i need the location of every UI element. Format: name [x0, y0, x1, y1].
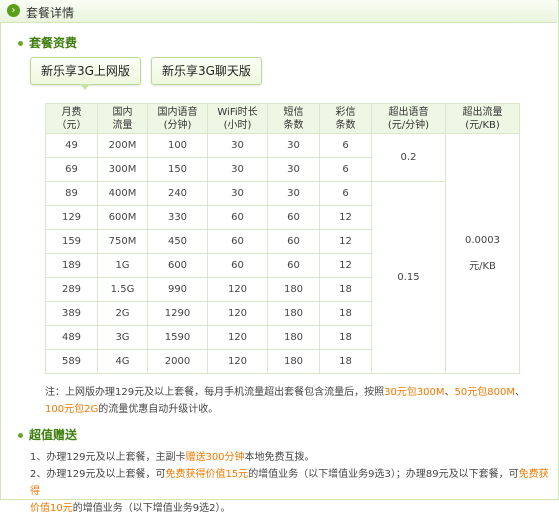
cell: 120	[207, 301, 268, 326]
cell: 60	[207, 229, 268, 254]
gift-item-2: 2、办理129元及以上套餐，可免费获得价值15元的增值业务（以下增值业务9选3）…	[30, 469, 549, 514]
cell: 30	[267, 157, 320, 182]
cell: 120	[207, 349, 268, 374]
cell: 60	[267, 229, 320, 254]
cell: 18	[319, 301, 372, 326]
cell: 589	[45, 349, 98, 374]
cell: 12	[319, 253, 372, 278]
cell: 30	[267, 133, 320, 158]
tab-chat-plan[interactable]: 新乐享3G聊天版	[151, 57, 262, 85]
cell: 18	[319, 325, 372, 350]
cell: 389	[45, 301, 98, 326]
cell: 200M	[97, 133, 148, 158]
cell: 180	[267, 349, 320, 374]
cell: 1290	[147, 301, 208, 326]
cell: 49	[45, 133, 98, 158]
cell: 30	[267, 181, 320, 206]
cell: 60	[207, 253, 268, 278]
cell: 1G	[97, 253, 148, 278]
tab-pointer	[80, 84, 91, 90]
cell: 600	[147, 253, 208, 278]
cell: 600M	[97, 205, 148, 230]
col-header-voice: 国内语音 (分钟)	[147, 103, 208, 134]
cell: 1590	[147, 325, 208, 350]
bullet-icon	[18, 41, 23, 46]
cell: 18	[319, 349, 372, 374]
gift-item-1: 1、办理129元及以上套餐，主副卡赠送300分钟本地免费互拨。	[30, 452, 315, 463]
data-overage-cell: 0.0003 元/KB	[445, 133, 520, 374]
cell: 30	[207, 157, 268, 182]
chevron-right-icon: ›	[7, 4, 20, 17]
table-header-row: 月费 （元） 国内 流量 国内语音 (分钟) WiFi时长 (小时) 短信 条数 彩信 条数…	[45, 103, 520, 134]
cell: 30	[207, 181, 268, 206]
cell: 3G	[97, 325, 148, 350]
cell: 990	[147, 277, 208, 302]
cell: 330	[147, 205, 208, 230]
cell: 150	[147, 157, 208, 182]
cell: 6	[319, 157, 372, 182]
upgrade-pack-300m: 30元包300M	[384, 387, 445, 398]
cell: 18	[319, 277, 372, 302]
cell: 180	[267, 277, 320, 302]
col-header-voice-overage: 超出语音 (元/分钟)	[371, 103, 446, 134]
header-bar: › 套餐详情	[0, 0, 557, 23]
section-title-gifts: 超值赠送	[18, 426, 77, 443]
section-title-fees: 套餐资费	[18, 34, 77, 51]
cell: 6	[319, 133, 372, 158]
gift-list: 1、办理129元及以上套餐，主副卡赠送300分钟本地免费互拨。 2、办理129元…	[30, 449, 550, 517]
table-note: 注：上网版办理129元及以上套餐，每月手机流量超出套餐包含流量后，按照30元包3…	[45, 387, 525, 415]
voice-overage-cell-b: 0.15	[371, 181, 446, 374]
cell: 120	[207, 325, 268, 350]
cell: 129	[45, 205, 98, 230]
voice-overage-cell-a: 0.2	[371, 133, 446, 182]
col-header-mms: 彩信 条数	[319, 103, 372, 134]
cell: 30	[207, 133, 268, 158]
cell: 120	[207, 277, 268, 302]
cell: 159	[45, 229, 98, 254]
cell: 450	[147, 229, 208, 254]
tab-internet-plan-label: 新乐享3G上网版	[41, 64, 130, 78]
cell: 2000	[147, 349, 208, 374]
cell: 1.5G	[97, 277, 148, 302]
cell: 100	[147, 133, 208, 158]
cell: 2G	[97, 301, 148, 326]
cell: 180	[267, 325, 320, 350]
upgrade-pack-2g: 100元包2G	[45, 404, 99, 415]
bullet-icon	[18, 433, 23, 438]
cell: 180	[267, 301, 320, 326]
tab-internet-plan[interactable]: 新乐享3G上网版	[30, 57, 141, 90]
cell: 189	[45, 253, 98, 278]
col-header-wifi: WiFi时长 (小时)	[207, 103, 268, 134]
cell: 300M	[97, 157, 148, 182]
cell: 12	[319, 205, 372, 230]
header-title: 套餐详情	[26, 6, 75, 20]
col-header-sms: 短信 条数	[267, 103, 320, 134]
col-header-monthly-fee: 月费 （元）	[45, 103, 98, 134]
table-row: 49 200M 100 30 30 6 0.2 0.0003 元/KB	[45, 133, 520, 374]
plan-table: 月费 （元） 国内 流量 国内语音 (分钟) WiFi时长 (小时) 短信 条数 彩信 条数…	[45, 103, 520, 374]
cell: 89	[45, 181, 98, 206]
cell: 12	[319, 229, 372, 254]
cell: 4G	[97, 349, 148, 374]
col-header-data-overage: 超出流量 (元/KB)	[445, 103, 520, 134]
cell: 69	[45, 157, 98, 182]
cell: 289	[45, 277, 98, 302]
cell: 60	[207, 205, 268, 230]
cell: 750M	[97, 229, 148, 254]
tab-chat-plan-label: 新乐享3G聊天版	[162, 64, 251, 78]
cell: 60	[267, 205, 320, 230]
cell: 240	[147, 181, 208, 206]
cell: 400M	[97, 181, 148, 206]
cell: 60	[267, 253, 320, 278]
col-header-data: 国内 流量	[97, 103, 148, 134]
cell: 489	[45, 325, 98, 350]
upgrade-pack-800m: 50元包800M	[454, 387, 515, 398]
cell: 6	[319, 181, 372, 206]
